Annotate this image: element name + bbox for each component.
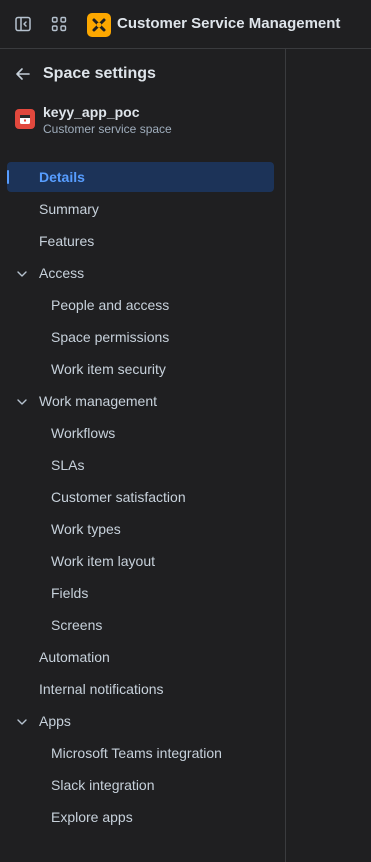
nav-item-summary[interactable]: Summary (0, 193, 286, 225)
nav-item-label: Screens (51, 617, 103, 633)
nav-item-label: Work item layout (51, 553, 155, 569)
nav-item-label: Workflows (51, 425, 116, 441)
nav-group-access[interactable]: Access (0, 257, 286, 289)
nav-item-label: Automation (39, 649, 110, 665)
nav-group-work-management[interactable]: Work management (0, 385, 286, 417)
nav-item-label: Customer satisfaction (51, 489, 186, 505)
nav-item-label: Space permissions (51, 329, 170, 345)
app-switcher-icon[interactable] (47, 12, 71, 36)
nav-item-label: Features (39, 233, 95, 249)
chevron-down-icon[interactable] (16, 268, 28, 280)
nav-item-internal-notifications[interactable]: Internal notifications (0, 673, 286, 705)
nav-item-label: People and access (51, 297, 170, 313)
page-title: Space settings (43, 65, 156, 82)
nav-item-slas[interactable]: SLAs (0, 449, 286, 481)
chevron-down-icon[interactable] (16, 716, 28, 728)
nav-group-label: Access (39, 265, 85, 281)
back-arrow-icon[interactable] (12, 63, 34, 85)
space-avatar-icon (15, 109, 35, 129)
sidebar-header: Space settings (12, 63, 156, 85)
nav-item-space-permissions[interactable]: Space permissions (0, 321, 286, 353)
nav-item-slack-integration[interactable]: Slack integration (0, 769, 286, 801)
main-content-area (287, 49, 371, 862)
nav-item-work-item-security[interactable]: Work item security (0, 353, 286, 385)
nav-item-workflows[interactable]: Workflows (0, 417, 286, 449)
nav-item-work-item-layout[interactable]: Work item layout (0, 545, 286, 577)
nav-item-label: Slack integration (51, 777, 155, 793)
nav-item-label: Summary (39, 201, 99, 217)
nav-item-label: Work item security (51, 361, 166, 377)
nav-item-automation[interactable]: Automation (0, 641, 286, 673)
top-navigation-bar: Customer Service Management (0, 0, 371, 49)
sidebar-toggle-icon[interactable] (11, 12, 35, 36)
nav-item-customer-satisfaction[interactable]: Customer satisfaction (0, 481, 286, 513)
nav-item-people-and-access[interactable]: People and access (0, 289, 286, 321)
nav-item-label: Internal notifications (39, 681, 164, 697)
nav-group-apps[interactable]: Apps (0, 705, 286, 737)
csm-logo-icon[interactable] (87, 13, 111, 37)
space-settings-sidebar: Space settings keyy_app_poc Customer ser… (0, 49, 286, 862)
nav-group-label: Work management (39, 393, 158, 409)
nav-item-fields[interactable]: Fields (0, 577, 286, 609)
nav-item-explore-apps[interactable]: Explore apps (0, 801, 286, 833)
nav-item-screens[interactable]: Screens (0, 609, 286, 641)
nav-item-label: Explore apps (51, 809, 133, 825)
nav-item-details[interactable]: Details (0, 161, 286, 193)
selected-indicator (7, 170, 9, 184)
nav-item-label: Fields (51, 585, 89, 601)
nav-item-features[interactable]: Features (0, 225, 286, 257)
nav-group-label: Apps (39, 713, 71, 729)
nav-item-label: Microsoft Teams integration (51, 745, 222, 761)
nav-item-label: SLAs (51, 457, 85, 473)
chevron-down-icon[interactable] (16, 396, 28, 408)
nav-item-work-types[interactable]: Work types (0, 513, 286, 545)
space-name: keyy_app_poc (43, 104, 140, 120)
nav-item-label: Work types (51, 521, 121, 537)
nav-item-label: Details (39, 169, 85, 185)
nav-item-microsoft-teams-integration[interactable]: Microsoft Teams integration (0, 737, 286, 769)
space-type: Customer service space (43, 122, 172, 136)
settings-navigation: Details Summary Features Access People a… (0, 161, 286, 833)
app-title[interactable]: Customer Service Management (117, 15, 340, 32)
